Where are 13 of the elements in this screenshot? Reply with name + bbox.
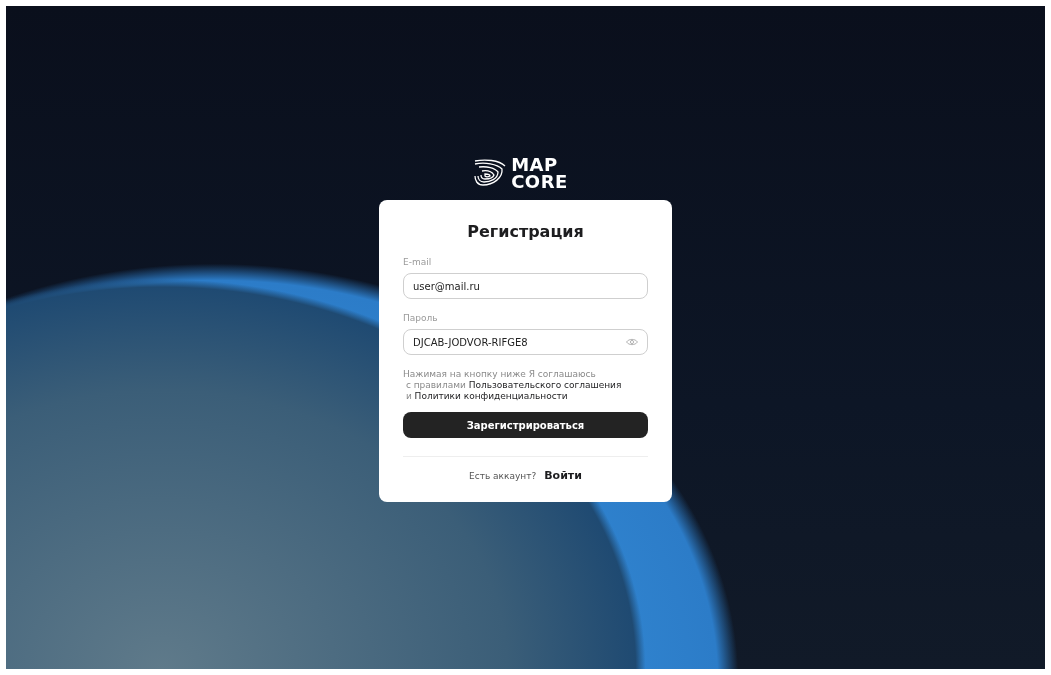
field-label: E-mail: [403, 257, 433, 267]
login-link[interactable]: Войти: [544, 469, 582, 482]
form-title: Регистрация: [466, 222, 585, 241]
agreement-link[interactable]: Пользовательского соглашения: [468, 380, 622, 390]
agreement-text: Нажимая на кнопку ниже Я соглашаюсь с правилами Пользовательского соглашения и Политики конфиденциальности: [403, 369, 623, 402]
email-field[interactable]: user@mail.ru: [403, 273, 648, 299]
field-label: Пароль: [403, 313, 439, 323]
agreement-link[interactable]: Политики конфиденциальности: [414, 391, 568, 401]
password-field[interactable]: DJCAB-JODVOR-RIFGE8: [403, 329, 648, 355]
register-button[interactable]: Зарегистрироваться: [403, 412, 648, 438]
logo-wordmark: CORE: [511, 173, 568, 190]
logo-wordmark: MAP: [511, 156, 559, 173]
account-question: Есть аккаунт?: [469, 470, 537, 481]
